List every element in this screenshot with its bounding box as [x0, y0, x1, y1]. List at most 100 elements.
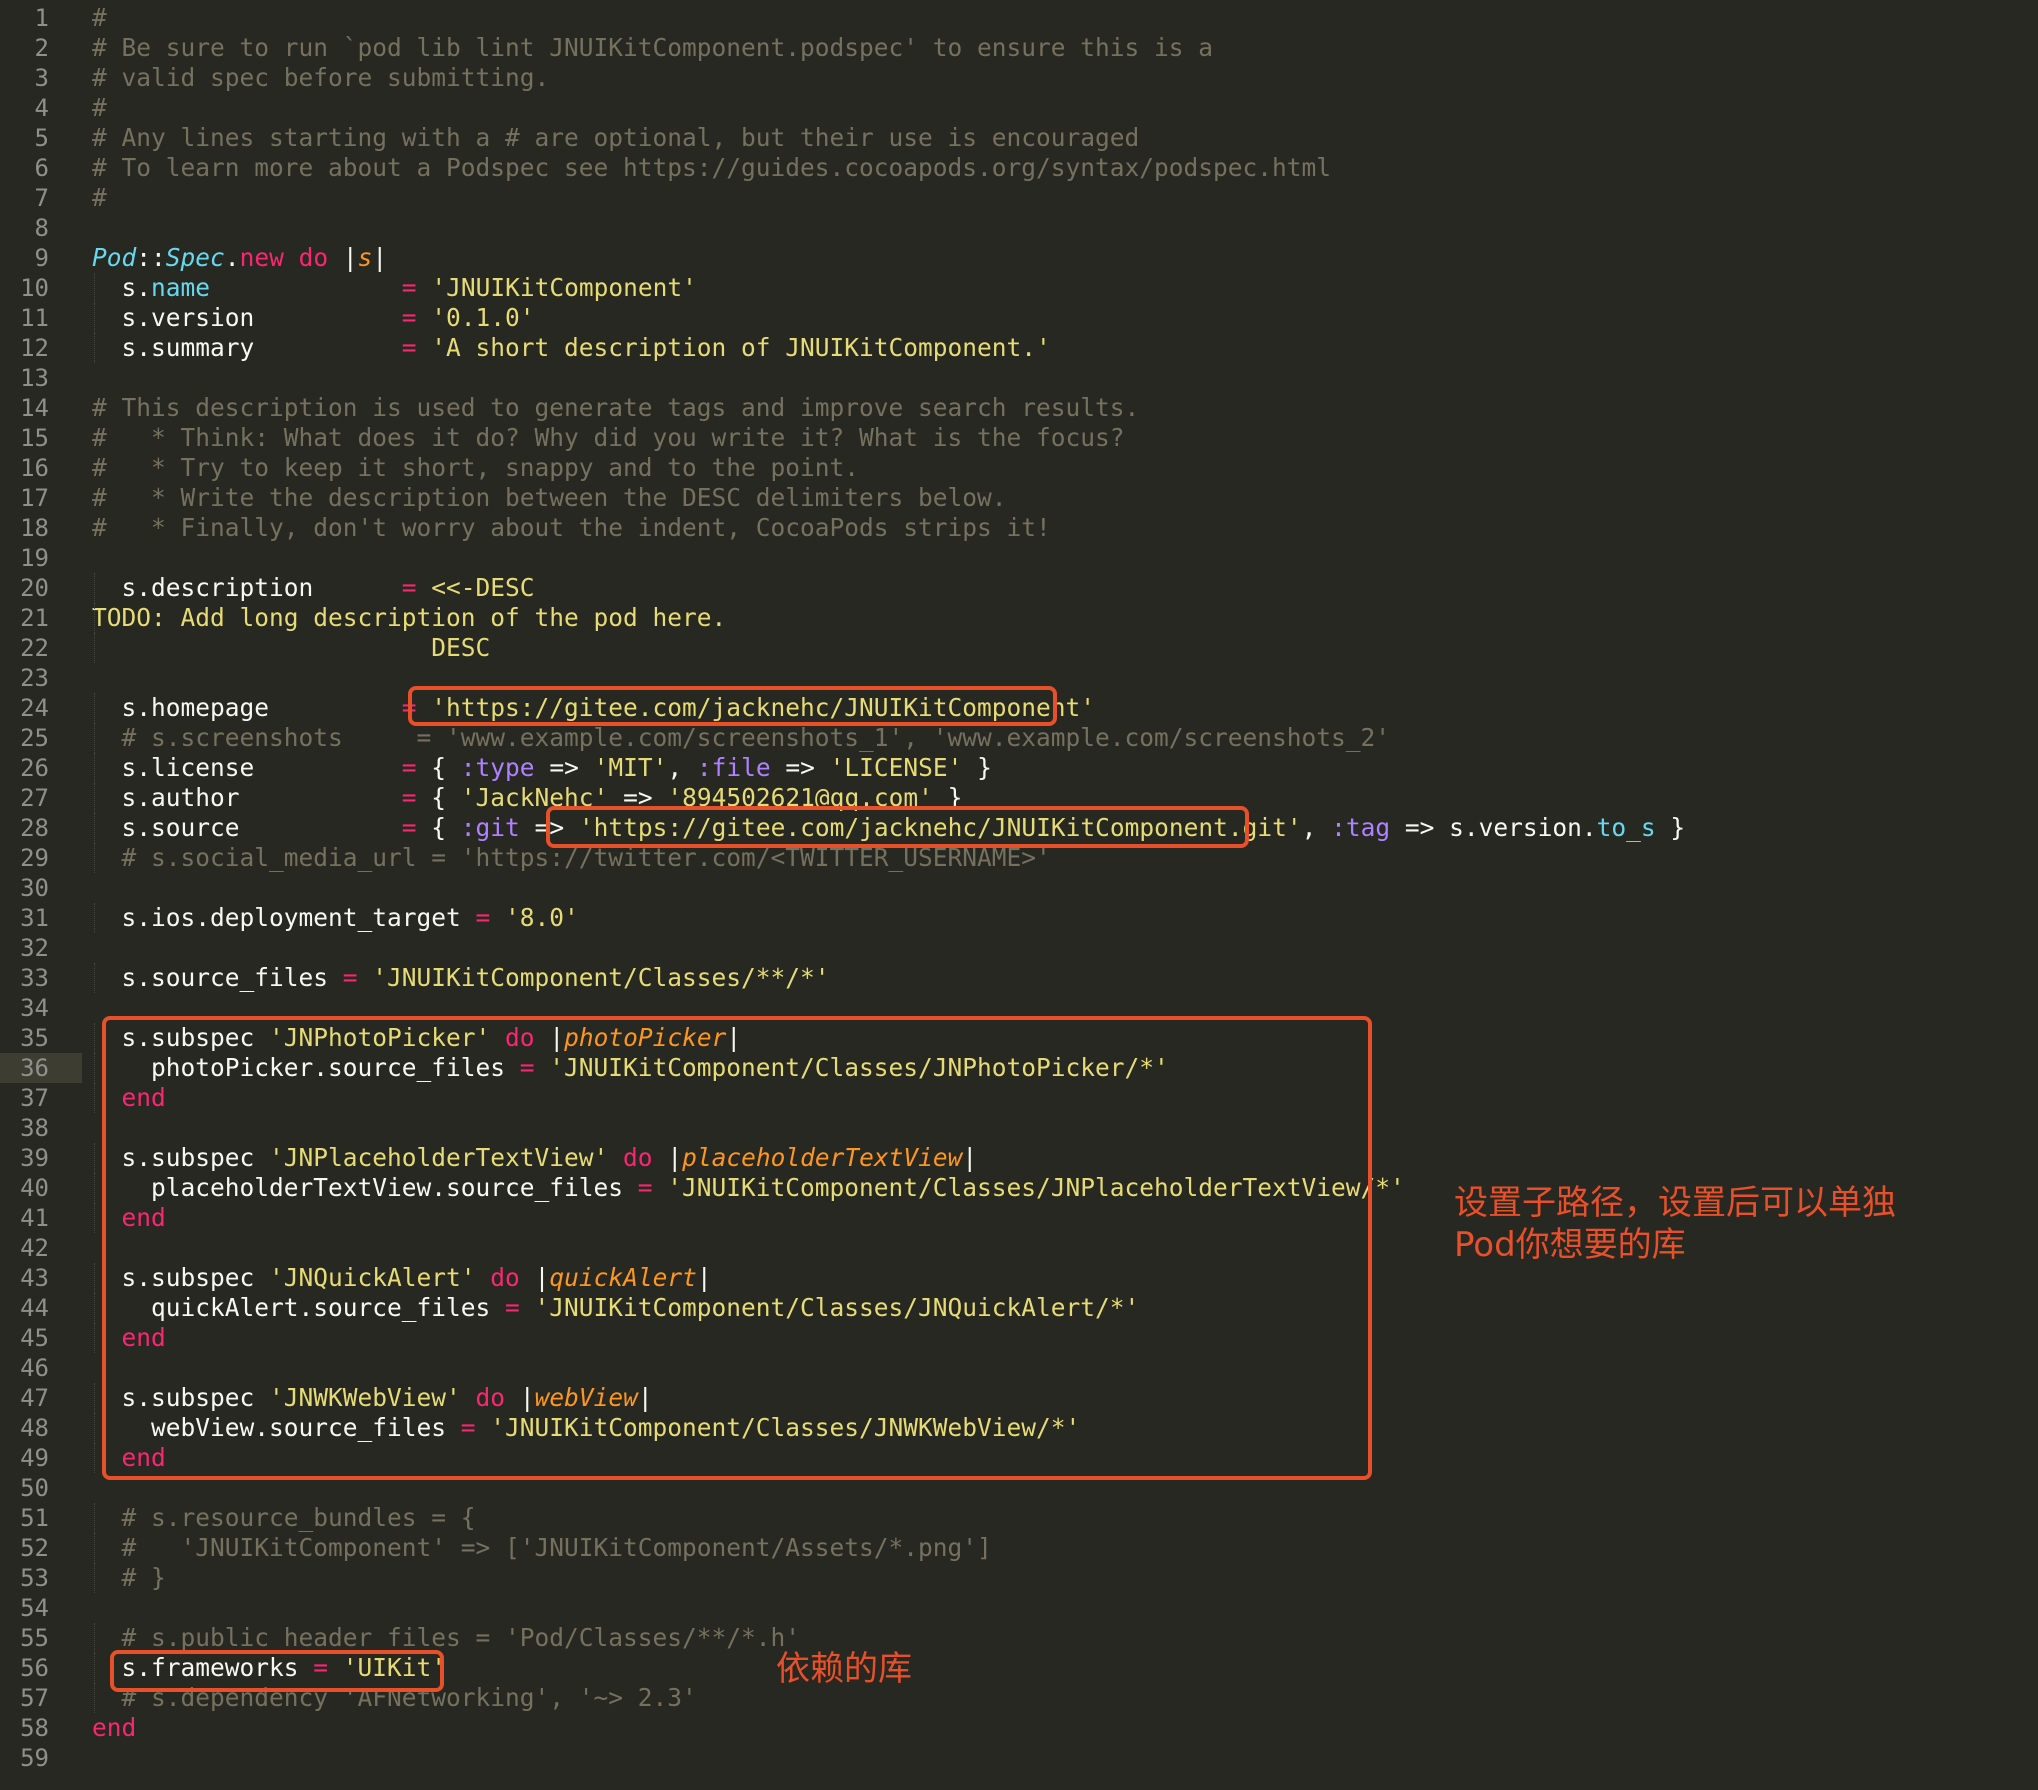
- gutter-line[interactable]: 23: [0, 663, 82, 693]
- code-line[interactable]: Pod::Spec.new do |s|: [92, 243, 387, 273]
- gutter-line[interactable]: 46: [0, 1353, 82, 1383]
- code-line[interactable]: s.ios.deployment_target = '8.0': [92, 903, 579, 933]
- gutter-line[interactable]: 3: [0, 63, 82, 93]
- gutter-line[interactable]: 37: [0, 1083, 82, 1113]
- line-number: 20: [20, 574, 49, 602]
- gutter-line[interactable]: 33: [0, 963, 82, 993]
- gutter-line[interactable]: 25: [0, 723, 82, 753]
- code-line[interactable]: s.license = { :type => 'MIT', :file => '…: [92, 753, 992, 783]
- code-token-todo: TODO: Add long description of the pod he…: [92, 603, 727, 632]
- gutter-line[interactable]: 34: [0, 993, 82, 1023]
- code-line[interactable]: # * Think: What does it do? Why did you …: [92, 423, 1125, 453]
- code-line[interactable]: #: [92, 183, 107, 213]
- gutter-line[interactable]: 15: [0, 423, 82, 453]
- gutter-line[interactable]: 6: [0, 153, 82, 183]
- gutter-line[interactable]: 39: [0, 1143, 82, 1173]
- code-line[interactable]: # To learn more about a Podspec see http…: [92, 153, 1331, 183]
- line-number: 16: [20, 454, 49, 482]
- gutter-line[interactable]: 14: [0, 393, 82, 423]
- gutter-line[interactable]: 51: [0, 1503, 82, 1533]
- gutter-line[interactable]: 59: [0, 1743, 82, 1773]
- gutter-line[interactable]: 54: [0, 1593, 82, 1623]
- gutter-line[interactable]: 57: [0, 1683, 82, 1713]
- code-line[interactable]: # valid spec before submitting.: [92, 63, 549, 93]
- gutter-line[interactable]: 47: [0, 1383, 82, 1413]
- code-line[interactable]: #: [92, 3, 107, 33]
- gutter-line[interactable]: 41: [0, 1203, 82, 1233]
- gutter-line[interactable]: 56: [0, 1653, 82, 1683]
- gutter-line[interactable]: 58: [0, 1713, 82, 1743]
- gutter-line[interactable]: 40: [0, 1173, 82, 1203]
- gutter-line[interactable]: 31: [0, 903, 82, 933]
- gutter-line[interactable]: 35: [0, 1023, 82, 1053]
- code-line[interactable]: s.summary = 'A short description of JNUI…: [92, 333, 1051, 363]
- gutter-line[interactable]: 48: [0, 1413, 82, 1443]
- gutter-line[interactable]: 1: [0, 3, 82, 33]
- gutter-line[interactable]: 44: [0, 1293, 82, 1323]
- gutter-line[interactable]: 43: [0, 1263, 82, 1293]
- gutter-line[interactable]: 26: [0, 753, 82, 783]
- code-token-operator: =: [401, 753, 417, 782]
- gutter-line[interactable]: 22: [0, 633, 82, 663]
- gutter-line[interactable]: 30: [0, 873, 82, 903]
- code-token-operator: =: [401, 333, 417, 362]
- gutter-line[interactable]: 42: [0, 1233, 82, 1263]
- gutter-line[interactable]: 53: [0, 1563, 82, 1593]
- code-line[interactable]: TODO: Add long description of the pod he…: [92, 603, 726, 633]
- gutter-line[interactable]: 52: [0, 1533, 82, 1563]
- code-token-comment: # * Try to keep it short, snappy and to …: [92, 453, 860, 482]
- gutter-line[interactable]: 45: [0, 1323, 82, 1353]
- gutter-line[interactable]: 5: [0, 123, 82, 153]
- gutter-line[interactable]: 8: [0, 213, 82, 243]
- gutter-line[interactable]: 2: [0, 33, 82, 63]
- gutter-line[interactable]: 50: [0, 1473, 82, 1503]
- gutter-line[interactable]: 27: [0, 783, 82, 813]
- line-number: 2: [34, 34, 49, 62]
- gutter-line[interactable]: 17: [0, 483, 82, 513]
- gutter-line[interactable]: 7: [0, 183, 82, 213]
- line-number: 52: [20, 1534, 49, 1562]
- code-line[interactable]: # s.screenshots = 'www.example.com/scree…: [92, 723, 1390, 753]
- code-line[interactable]: # * Try to keep it short, snappy and to …: [92, 453, 859, 483]
- code-line[interactable]: # 'JNUIKitComponent' => ['JNUIKitCompone…: [92, 1533, 992, 1563]
- gutter-line[interactable]: 36: [0, 1053, 82, 1083]
- code-line[interactable]: # Be sure to run `pod lib lint JNUIKitCo…: [92, 33, 1213, 63]
- gutter-line[interactable]: 24: [0, 693, 82, 723]
- gutter-line[interactable]: 18: [0, 513, 82, 543]
- code-line[interactable]: end: [92, 1713, 136, 1743]
- code-editor[interactable]: 1 2 3 4 5 6 7 8 9 10 11 12 13 14 15 16 17 18 19 20 21 22 23 24 2…: [0, 0, 2038, 1790]
- gutter-line[interactable]: 12: [0, 333, 82, 363]
- code-line[interactable]: # s.resource_bundles = {: [92, 1503, 476, 1533]
- code-token-string: 'JNUIKitComponent': [431, 273, 697, 302]
- gutter-line[interactable]: 19: [0, 543, 82, 573]
- code-line[interactable]: DESC: [92, 633, 490, 663]
- code-line[interactable]: # This description is used to generate t…: [92, 393, 1139, 423]
- gutter-line[interactable]: 49: [0, 1443, 82, 1473]
- gutter-line[interactable]: 32: [0, 933, 82, 963]
- gutter-line[interactable]: 29: [0, 843, 82, 873]
- gutter-line[interactable]: 10: [0, 273, 82, 303]
- indent-guide: [94, 783, 95, 813]
- code-line[interactable]: # }: [92, 1563, 166, 1593]
- gutter-line[interactable]: 21: [0, 603, 82, 633]
- gutter-line[interactable]: 13: [0, 363, 82, 393]
- code-line[interactable]: # Any lines starting with a # are option…: [92, 123, 1139, 153]
- code-token-plain: s.: [92, 273, 152, 302]
- code-line[interactable]: s.description = <<-DESC: [92, 573, 535, 603]
- gutter-line[interactable]: 20: [0, 573, 82, 603]
- code-line[interactable]: # s.public_header_files = 'Pod/Classes/*…: [92, 1623, 800, 1653]
- gutter-line[interactable]: 11: [0, 303, 82, 333]
- gutter-line[interactable]: 16: [0, 453, 82, 483]
- code-line[interactable]: # * Write the description between the DE…: [92, 483, 1007, 513]
- code-line[interactable]: # * Finally, don't worry about the inden…: [92, 513, 1051, 543]
- gutter-line[interactable]: 28: [0, 813, 82, 843]
- code-line[interactable]: s.name = 'JNUIKitComponent': [92, 273, 697, 303]
- gutter-line[interactable]: 38: [0, 1113, 82, 1143]
- gutter-line[interactable]: 9: [0, 243, 82, 273]
- code-line[interactable]: #: [92, 93, 107, 123]
- gutter-line[interactable]: 55: [0, 1623, 82, 1653]
- code-line[interactable]: s.version = '0.1.0': [92, 303, 535, 333]
- code-line[interactable]: s.source_files = 'JNUIKitComponent/Class…: [92, 963, 830, 993]
- code-token-plain: =>: [534, 753, 594, 782]
- gutter-line[interactable]: 4: [0, 93, 82, 123]
